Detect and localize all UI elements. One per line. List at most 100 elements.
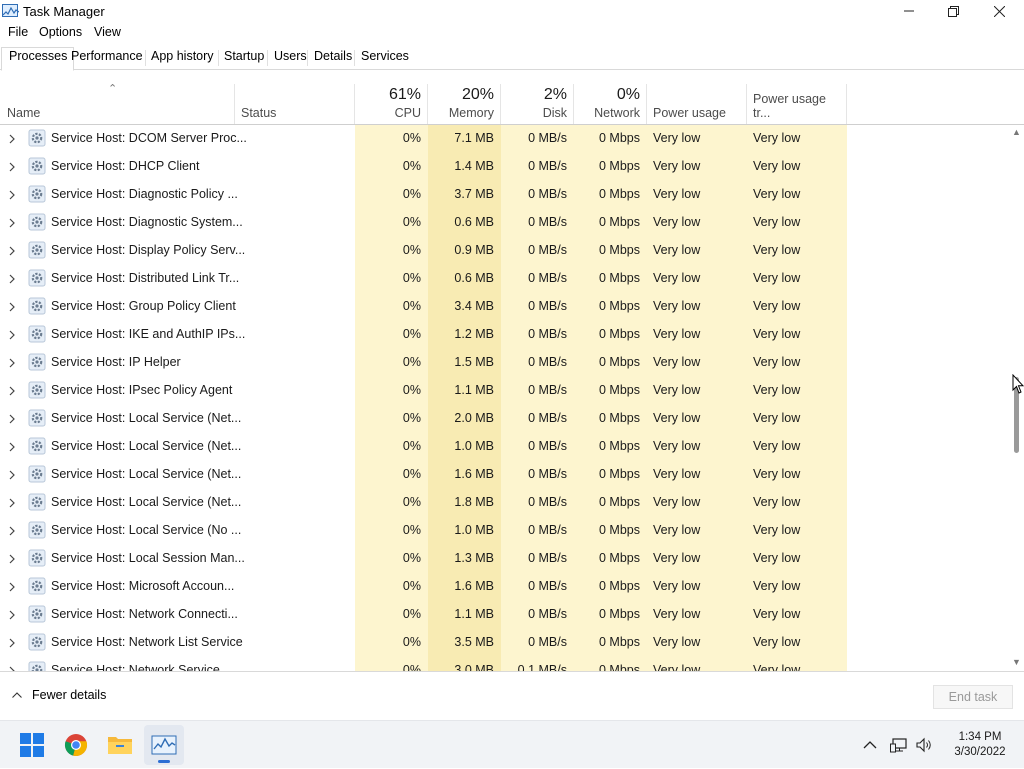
expand-chevron-icon[interactable] xyxy=(8,357,16,368)
tab-processes[interactable]: Processes xyxy=(1,47,75,71)
tab-app-history[interactable]: App history xyxy=(151,48,214,70)
process-row[interactable]: Service Host: DCOM Server Proc... 0% 7.1 M… xyxy=(0,125,1010,153)
column-power-usage-trend-label: Power usage tr... xyxy=(753,92,826,120)
scroll-down-icon[interactable]: ▼ xyxy=(1012,657,1021,667)
expand-chevron-icon[interactable] xyxy=(8,217,16,228)
chrome-button[interactable] xyxy=(56,725,96,765)
process-row[interactable]: Service Host: DHCP Client 0% 1.4 MB 0 MB/s 0… xyxy=(0,153,1010,181)
column-power-usage[interactable]: Power usage xyxy=(647,84,747,124)
process-row[interactable]: Service Host: Local Service (Net... 0% 1.0… xyxy=(0,433,1010,461)
column-network[interactable]: 0% Network xyxy=(574,84,647,124)
network-icon[interactable] xyxy=(890,737,908,753)
column-disk[interactable]: 2% Disk xyxy=(501,84,574,124)
menu-options[interactable]: Options xyxy=(39,25,82,39)
task-manager-taskbar-button[interactable] xyxy=(144,725,184,765)
expand-chevron-icon[interactable] xyxy=(8,637,16,648)
expand-chevron-icon[interactable] xyxy=(8,385,16,396)
expand-chevron-icon[interactable] xyxy=(8,553,16,564)
process-row[interactable]: Service Host: Local Service (Net... 0% 1.6… xyxy=(0,461,1010,489)
process-row[interactable]: Service Host: Local Service (No ... 0% 1.0… xyxy=(0,517,1010,545)
minimize-button[interactable] xyxy=(886,0,932,22)
fewer-details-button[interactable]: Fewer details xyxy=(12,688,106,702)
power-usage-value: Very low xyxy=(653,663,701,671)
cpu-value: 0% xyxy=(402,271,421,285)
process-row[interactable]: Service Host: Network Service 0% 3.0 MB 0.1… xyxy=(0,657,1010,671)
expand-chevron-icon[interactable] xyxy=(8,301,16,312)
expand-chevron-icon[interactable] xyxy=(8,329,16,340)
process-row[interactable]: Service Host: Local Service (Net... 0% 2.0… xyxy=(0,405,1010,433)
scroll-up-icon[interactable]: ▲ xyxy=(1012,127,1021,137)
show-hidden-icons-chevron-icon[interactable] xyxy=(862,737,878,753)
process-row[interactable]: Service Host: IPsec Policy Agent 0% 1.1 MB… xyxy=(0,377,1010,405)
tab-startup[interactable]: Startup xyxy=(224,48,264,70)
memory-value: 1.4 MB xyxy=(454,159,494,173)
expand-chevron-icon[interactable] xyxy=(8,609,16,620)
power-usage-trend-value: Very low xyxy=(753,551,801,565)
menu-file[interactable]: File xyxy=(8,25,28,39)
minimize-icon xyxy=(904,10,914,12)
process-row[interactable]: Service Host: Display Policy Serv... 0% 0.… xyxy=(0,237,1010,265)
tab-services[interactable]: Services xyxy=(361,48,409,70)
service-host-icon xyxy=(28,185,46,203)
power-usage-trend-value: Very low xyxy=(753,271,801,285)
close-button[interactable] xyxy=(976,0,1022,22)
expand-chevron-icon[interactable] xyxy=(8,497,16,508)
disk-value: 0 MB/s xyxy=(528,383,567,397)
process-row[interactable]: Service Host: Microsoft Accoun... 0% 1.6 M… xyxy=(0,573,1010,601)
power-usage-value: Very low xyxy=(653,327,701,341)
process-row[interactable]: Service Host: Distributed Link Tr... 0% 0.… xyxy=(0,265,1010,293)
column-status[interactable]: Status xyxy=(235,84,355,124)
expand-chevron-icon[interactable] xyxy=(8,581,16,592)
service-host-icon xyxy=(28,297,46,315)
expand-chevron-icon[interactable] xyxy=(8,245,16,256)
end-task-button[interactable]: End task xyxy=(933,685,1013,709)
file-explorer-button[interactable] xyxy=(100,725,140,765)
column-name-label: Name xyxy=(7,106,41,120)
power-usage-value: Very low xyxy=(653,551,701,565)
expand-chevron-icon[interactable] xyxy=(8,413,16,424)
column-power-usage-trend[interactable]: Power usage tr... xyxy=(747,84,847,124)
expand-chevron-icon[interactable] xyxy=(8,469,16,480)
process-row[interactable]: Service Host: IKE and AuthIP IPs... 0% 1.2… xyxy=(0,321,1010,349)
menu-view[interactable]: View xyxy=(94,25,121,39)
tab-users[interactable]: Users xyxy=(274,48,307,70)
process-row[interactable]: Service Host: Network List Service 0% 3.5 … xyxy=(0,629,1010,657)
taskbar-clock[interactable]: 1:34 PM 3/30/2022 xyxy=(940,730,1020,760)
cpu-value: 0% xyxy=(402,579,421,593)
disk-value: 0 MB/s xyxy=(528,607,567,621)
network-value: 0 Mbps xyxy=(599,327,640,341)
process-name: Service Host: Network List Service xyxy=(51,635,243,649)
tab-details[interactable]: Details xyxy=(314,48,352,70)
column-name[interactable]: Name xyxy=(0,84,235,124)
footer: Fewer details End task xyxy=(0,671,1024,720)
power-usage-value: Very low xyxy=(653,635,701,649)
column-cpu[interactable]: 61% CPU xyxy=(355,84,428,124)
restore-button[interactable] xyxy=(930,0,976,22)
cpu-value: 0% xyxy=(402,299,421,313)
process-row[interactable]: Service Host: Local Service (Net... 0% 1.8… xyxy=(0,489,1010,517)
process-row[interactable]: Service Host: Diagnostic System... 0% 0.6 … xyxy=(0,209,1010,237)
title-bar[interactable]: Task Manager xyxy=(0,0,1024,22)
tab-performance[interactable]: Performance xyxy=(71,48,143,70)
process-row[interactable]: Service Host: Diagnostic Policy ... 0% 3.7… xyxy=(0,181,1010,209)
process-row[interactable]: Service Host: Network Connecti... 0% 1.1 M… xyxy=(0,601,1010,629)
process-row[interactable]: Service Host: Group Policy Client 0% 3.4 M… xyxy=(0,293,1010,321)
expand-chevron-icon[interactable] xyxy=(8,441,16,452)
column-memory[interactable]: 20% Memory xyxy=(428,84,501,124)
clock-time: 1:34 PM xyxy=(958,731,1002,743)
start-button[interactable] xyxy=(12,725,52,765)
process-row[interactable]: Service Host: IP Helper 0% 1.5 MB 0 MB/s 0 M… xyxy=(0,349,1010,377)
volume-icon[interactable] xyxy=(916,737,934,753)
vertical-scrollbar[interactable]: ▲ ▼ xyxy=(1010,125,1024,671)
service-host-icon xyxy=(28,353,46,371)
cpu-value: 0% xyxy=(402,243,421,257)
expand-chevron-icon[interactable] xyxy=(8,133,16,144)
expand-chevron-icon[interactable] xyxy=(8,273,16,284)
process-row[interactable]: Service Host: Local Session Man... 0% 1.3 … xyxy=(0,545,1010,573)
expand-chevron-icon[interactable] xyxy=(8,161,16,172)
expand-chevron-icon[interactable] xyxy=(8,525,16,536)
start-icon xyxy=(20,733,44,757)
power-usage-value: Very low xyxy=(653,271,701,285)
network-value: 0 Mbps xyxy=(599,411,640,425)
expand-chevron-icon[interactable] xyxy=(8,189,16,200)
